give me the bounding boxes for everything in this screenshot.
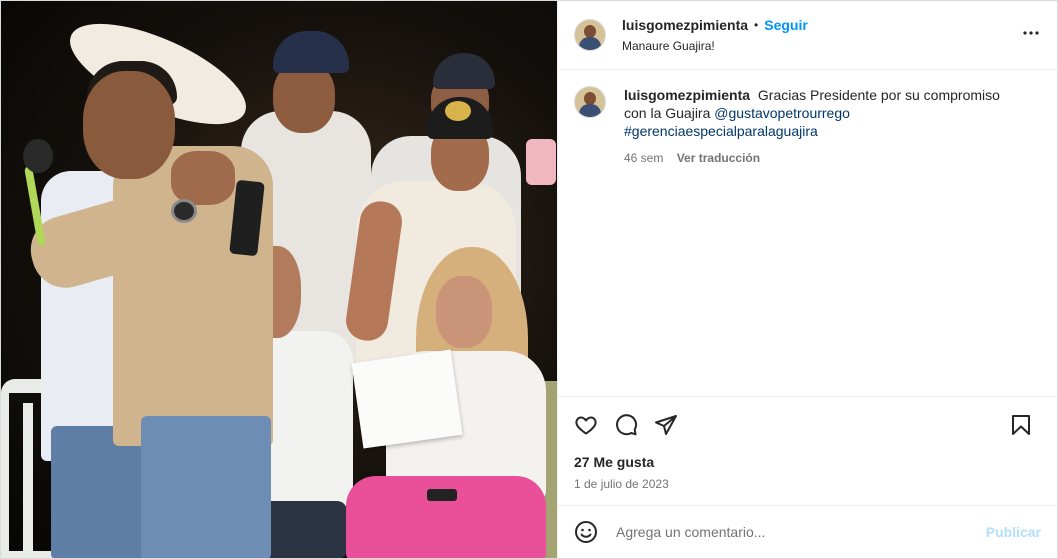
location-link[interactable]: Manaure Guajira! — [622, 39, 1019, 53]
caption-meta: 46 sem Ver traducción — [624, 149, 1024, 167]
comment-input[interactable] — [614, 523, 986, 541]
time-ago: 46 sem — [624, 151, 664, 165]
publish-button[interactable]: Publicar — [986, 524, 1041, 540]
header-text: luisgomezpimienta • Seguir Manaure Guaji… — [622, 17, 1019, 53]
separator-dot: • — [754, 18, 759, 32]
share-icon[interactable] — [654, 413, 678, 437]
more-options-icon[interactable] — [1019, 21, 1043, 50]
dark-phone — [427, 489, 457, 501]
post-side-panel: luisgomezpimienta • Seguir Manaure Guaji… — [557, 1, 1057, 558]
caption-avatar[interactable] — [574, 86, 606, 118]
hashtag-link[interactable]: #gerenciaespecialparalaguajira — [624, 123, 818, 139]
action-bar — [558, 396, 1057, 452]
caption-block: luisgomezpimienta Gracias Presidente por… — [558, 70, 1057, 396]
comment-bar: Publicar — [558, 505, 1057, 558]
post-date[interactable]: 1 de julio de 2023 — [558, 477, 1057, 505]
caption: luisgomezpimienta Gracias Presidente por… — [624, 86, 1024, 167]
caption-username[interactable]: luisgomezpimienta — [624, 87, 750, 103]
bookmark-icon[interactable] — [1009, 413, 1033, 437]
papers — [351, 349, 463, 449]
wrist-watch — [171, 199, 197, 223]
follow-button[interactable]: Seguir — [764, 17, 808, 33]
microphone — [23, 139, 53, 173]
hand — [171, 151, 235, 205]
hugging-man-head — [83, 71, 175, 179]
hugging-man-2-jeans — [141, 416, 271, 558]
pink-phone — [526, 139, 556, 185]
heart-icon[interactable] — [574, 413, 598, 437]
background-person-cap — [273, 31, 349, 73]
post-header: luisgomezpimienta • Seguir Manaure Guaji… — [558, 1, 1057, 70]
comment-icon[interactable] — [614, 413, 638, 437]
mention-link[interactable]: @gustavopetrourrego — [714, 105, 850, 121]
cap-logo — [445, 101, 471, 121]
instagram-post: luisgomezpimienta • Seguir Manaure Guaji… — [0, 0, 1058, 559]
header-username[interactable]: luisgomezpimienta — [622, 17, 748, 33]
emoji-icon[interactable] — [574, 520, 598, 544]
seated-woman-face — [436, 276, 492, 348]
post-photo[interactable] — [1, 1, 557, 558]
translate-button[interactable]: Ver traducción — [677, 151, 760, 165]
likes-count[interactable]: 27 Me gusta — [558, 454, 1057, 470]
background-person-2-cap — [433, 53, 495, 89]
header-line: luisgomezpimienta • Seguir — [622, 17, 1019, 33]
avatar[interactable] — [574, 19, 606, 51]
